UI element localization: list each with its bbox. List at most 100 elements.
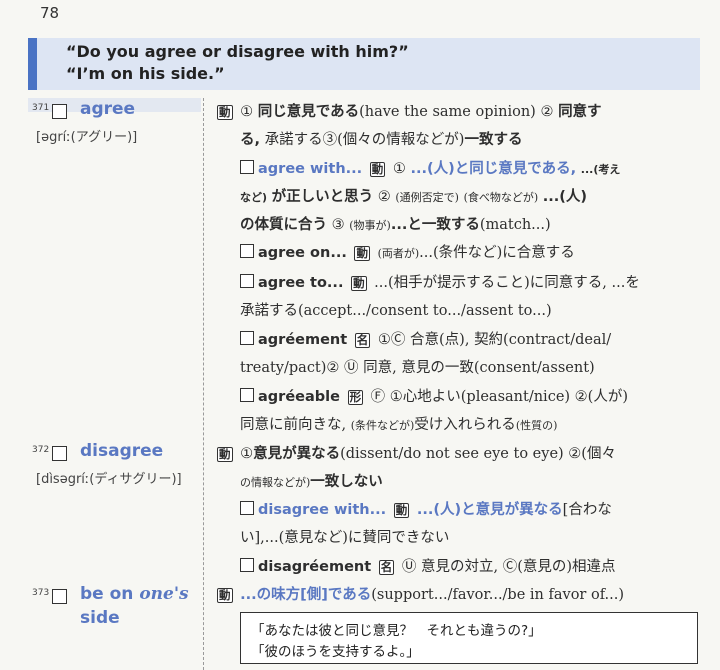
definition-text: 合意(点), (410, 332, 470, 348)
sense-number: ② (326, 360, 340, 376)
definition-text: 契約(contract/deal/ (474, 332, 612, 348)
phrase-checkbox[interactable] (240, 160, 254, 174)
definition-text: ...(人) (542, 189, 588, 205)
definition-text: 受け入れられる (414, 417, 516, 433)
definition-text: 意見の対立, (421, 559, 499, 575)
phrase-headword: agree to... (258, 275, 344, 291)
definition-text: Ⓒ(意見の)相違点 (502, 559, 616, 575)
definition-text: 承諾する (260, 132, 323, 148)
example-dialogue-box: 「あなたは彼と同じ意見？ それとも違うの?」 「彼のほうを支持するよ。」 (240, 612, 698, 664)
definition-note: ③(個々の情報などが) (322, 132, 465, 148)
pos-tag-verb: 動 (351, 276, 367, 291)
definition-text: 一致しない (310, 474, 383, 490)
synonym-text: (have the same opinion) (359, 104, 536, 120)
sense-number: ③ (331, 217, 345, 233)
entry-checkbox[interactable] (52, 104, 67, 119)
phrase-line: agree to... 動 ...(相手が提示すること)に同意する, ...を (240, 273, 640, 293)
definition-note: (性質の) (515, 419, 558, 432)
sense-number: ① (240, 446, 254, 462)
definition-text: 意見の一致(consent/assent) (401, 360, 595, 376)
definition-text: ...を (611, 275, 640, 291)
entry-checkbox[interactable] (52, 589, 67, 604)
phrase-line: agréement 名 ①Ⓒ 合意(点), 契約(contract/deal/ (240, 330, 611, 350)
definition-text: 同意に前向きな, (240, 417, 347, 433)
pronunciation: [dìsəgríː(ディサグリー)] (36, 472, 182, 487)
column-divider (203, 98, 204, 670)
pos-tag-adjective: 形 (347, 390, 364, 405)
synonym-text: treaty/pact) (240, 360, 327, 376)
page-number: 78 (40, 4, 60, 22)
definition-line: 承諾する(accept.../consent to.../assent to..… (240, 301, 552, 321)
definition-line: 動 ①意見が異なる(dissent/do not see eye to eye)… (214, 444, 616, 464)
pos-tag-noun: 名 (378, 560, 395, 575)
definition-text: 意見が異なる (253, 446, 341, 462)
definition-line: treaty/pact)② Ⓤ 同意, 意見の一致(consent/assent… (240, 358, 595, 378)
pos-tag-noun: 名 (354, 333, 371, 348)
pos-tag-verb: 動 (369, 162, 386, 177)
sense-number: ② (540, 104, 554, 120)
definition-text: の体質に合う (240, 217, 327, 233)
entry-checkbox[interactable] (52, 446, 67, 461)
definition-text: が正しいと思う (271, 189, 374, 205)
phrase-line: agree on... 動 (両者が)...(条件など)に合意する (240, 243, 575, 264)
headword: be on one's (80, 584, 189, 604)
phrase-headword: agree with... (258, 161, 363, 177)
definition-text: ...(人)と意見が異なる (416, 502, 563, 518)
headword-part: one's (139, 584, 189, 604)
definition-note: (食べ物などが) (463, 191, 539, 204)
definition-line: い],...(意見など)に賛同できない (240, 528, 449, 548)
definition-line: の体質に合う ③ (物事が)...と一致する(match...) (240, 215, 551, 236)
definition-text: ...の味方[側]である (240, 587, 372, 603)
headword-part: be on (80, 584, 140, 604)
phrase-checkbox[interactable] (240, 558, 254, 572)
definition-note: の情報などが) (240, 476, 311, 489)
definition-note: (物事が) (349, 219, 391, 232)
derived-headword: agréeable (258, 389, 340, 405)
definition-line: など) が正しいと思う ② (通例否定で) (食べ物などが) ...(人) (240, 187, 587, 208)
definition-note: (両者が) (377, 247, 420, 260)
entry-number: 373 (32, 588, 50, 598)
definition-line: の情報などが)一致しない (240, 472, 383, 493)
entry-number: 371 (32, 103, 50, 113)
uncountable-mark: Ⓤ (344, 360, 359, 376)
pos-tag-verb: 動 (217, 447, 233, 462)
phrase-checkbox[interactable] (240, 244, 254, 258)
definition-text: 一致する (464, 132, 523, 148)
definition-line: 動 ...の味方[側]である(support.../favor.../be in… (214, 585, 624, 605)
definition-text: ...(人)と同じ意見である, (410, 161, 577, 177)
definition-text: ...(意見など)に賛同できない (264, 530, 450, 546)
definition-text: 承諾する (240, 303, 298, 319)
phrase-headword: disagree with... (258, 502, 387, 518)
definition-text: ...(条件など)に合意する (419, 245, 575, 261)
header-accent-bar (28, 38, 37, 90)
definition-line: 同意に前向きな, (条件などが)受け入れられる(性質の) (240, 415, 557, 436)
pos-tag-verb: 動 (217, 588, 233, 603)
header-dialogue-line-1: “Do you agree or disagree with him?” (66, 42, 409, 61)
phrase-checkbox[interactable] (240, 274, 254, 288)
countable-mark: Ⓒ (390, 332, 406, 348)
entry-number: 372 (32, 445, 50, 455)
definition-note: など) (240, 191, 268, 204)
definition-text: 同意す (558, 104, 602, 120)
definition-text: ②(人が) (574, 389, 628, 405)
pos-tag-verb: 動 (354, 246, 370, 261)
pos-tag-verb: 動 (217, 105, 233, 120)
definition-text: [合わな (562, 502, 612, 518)
definition-text: 同意, (363, 360, 397, 376)
sense-number: ① (377, 332, 391, 348)
headword: agree (80, 99, 136, 119)
pos-tag-verb: 動 (393, 503, 410, 518)
derived-headword: agréement (258, 332, 348, 348)
phrase-checkbox[interactable] (240, 501, 254, 515)
definition-text: 同じ意見である (257, 104, 360, 120)
headword: disagree (80, 441, 164, 461)
phrase-line: disagree with... 動 ...(人)と意見が異なる[合わな (240, 500, 612, 520)
phrase-line: agree with... 動 ① ...(人)と同じ意見である, ...(考え (240, 159, 620, 180)
phrase-checkbox[interactable] (240, 331, 254, 345)
definition-line: る, 承諾する③(個々の情報などが)一致する (240, 130, 522, 150)
definition-text: ...(相手が提示すること)に同意する, (374, 275, 607, 291)
derived-headword: disagréement (258, 559, 372, 575)
sense-number: ② (377, 189, 391, 205)
uncountable-mark: Ⓤ (401, 559, 417, 575)
phrase-checkbox[interactable] (240, 388, 254, 402)
